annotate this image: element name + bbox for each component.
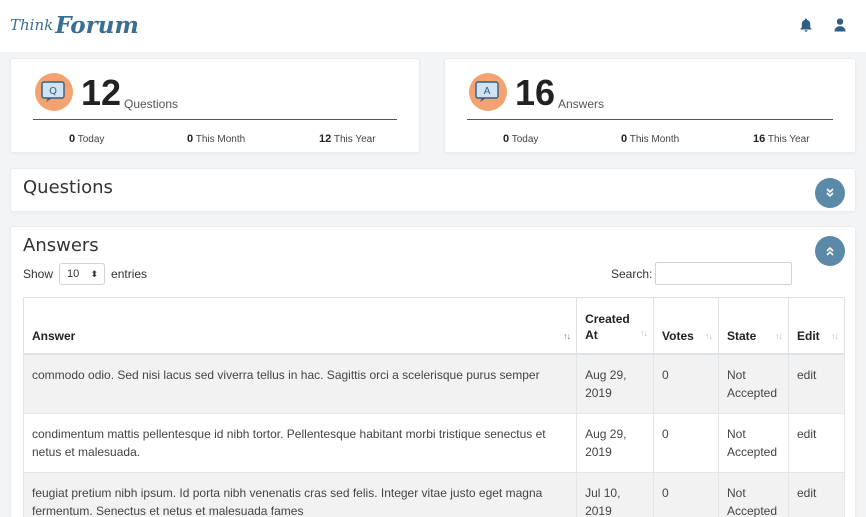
answers-section-title: Answers <box>23 235 99 256</box>
answers-month: 0 This Month <box>621 133 679 145</box>
sort-icon: ↑↓ <box>831 330 839 341</box>
column-header-created[interactable]: Created At ↑↓ <box>576 297 655 355</box>
answers-year-label: This Year <box>767 134 810 145</box>
answers-year: 16 This Year <box>753 133 810 145</box>
table-header-row: Answer ↑↓ Created At ↑↓ Votes ↑↓ State ↑↓ Ed… <box>22 297 846 355</box>
table-row: commodo odio. Sed nisi lacus sed viverra… <box>22 353 846 414</box>
column-header-label: Created At <box>585 311 630 342</box>
bell-icon[interactable] <box>800 18 812 32</box>
answer-icon-letter: A <box>484 86 491 97</box>
answers-today: 0 Today <box>503 133 538 145</box>
table-row: feugiat pretium nibh ipsum. Id porta nib… <box>22 471 846 517</box>
answers-table: Answer ↑↓ Created At ↑↓ Votes ↑↓ State ↑↓ Ed… <box>22 297 846 517</box>
stat-divider <box>33 119 397 120</box>
edit-link[interactable]: edit <box>787 353 846 414</box>
answer-bubble-icon: A <box>469 73 507 111</box>
state-cell: Not Accepted <box>718 471 789 517</box>
column-header-edit[interactable]: Edit ↑↓ <box>787 297 846 355</box>
questions-section: Questions <box>10 168 856 212</box>
column-header-label: Answer <box>32 328 76 343</box>
select-arrow-icon: ⬍ <box>90 269 99 279</box>
brand-forum: Forum <box>55 12 139 39</box>
answer-cell: feugiat pretium nibh ipsum. Id porta nib… <box>22 471 578 517</box>
brand-think: Think <box>10 16 54 34</box>
created-cell: Aug 29, 2019 <box>576 412 655 473</box>
questions-month: 0 This Month <box>187 133 245 145</box>
question-icon-letter: Q <box>49 86 57 97</box>
show-label: Show <box>23 267 54 281</box>
column-header-votes[interactable]: Votes ↑↓ <box>653 297 719 355</box>
brand-logo[interactable]: ThinkForum <box>10 12 139 39</box>
answer-cell: condimentum mattis pellentesque id nibh … <box>22 412 578 473</box>
column-header-answer[interactable]: Answer ↑↓ <box>22 297 578 355</box>
sort-icon: ↑↓ <box>774 330 783 341</box>
entries-label: entries <box>111 267 148 281</box>
answers-month-label: This Month <box>629 134 680 145</box>
questions-today-label: Today <box>77 134 105 145</box>
questions-year-label: This Year <box>333 134 376 145</box>
chevron-double-down-icon <box>826 188 834 198</box>
column-header-label: Edit <box>796 328 820 343</box>
state-cell: Not Accepted <box>718 353 789 414</box>
entries-select[interactable]: 10 ⬍ <box>59 263 106 285</box>
votes-cell: 0 <box>653 471 719 517</box>
chevron-double-up-icon <box>826 246 834 256</box>
answers-year-value: 16 <box>753 133 766 145</box>
questions-label: Questions <box>124 97 179 111</box>
search-label: Search: <box>611 267 653 281</box>
entries-control: Show 10 ⬍ entries <box>23 263 147 285</box>
sort-icon: ↑↓ <box>563 330 571 341</box>
collapse-answers-button[interactable] <box>815 236 845 266</box>
answer-cell: commodo odio. Sed nisi lacus sed viverra… <box>22 353 578 414</box>
navbar: ThinkForum <box>0 0 866 52</box>
sort-icon: ↑↓ <box>640 327 648 338</box>
votes-cell: 0 <box>653 412 719 473</box>
answers-today-label: Today <box>511 134 539 145</box>
created-cell: Aug 29, 2019 <box>576 353 655 414</box>
edit-link[interactable]: edit <box>787 471 846 517</box>
stat-divider <box>467 119 833 120</box>
column-header-label: Votes <box>662 328 694 343</box>
votes-cell: 0 <box>653 353 719 414</box>
answers-stat-card: A 16 Answers 0 Today 0 This Month 16 Thi… <box>444 58 856 153</box>
column-header-label: State <box>727 328 757 343</box>
sort-icon: ↑↓ <box>705 330 713 341</box>
questions-section-title: Questions <box>23 177 113 198</box>
answers-section: Answers Show 10 ⬍ entries Search: Answer… <box>10 226 856 517</box>
questions-today-value: 0 <box>69 133 76 145</box>
column-header-state[interactable]: State ↑↓ <box>718 297 789 355</box>
search-input[interactable] <box>655 262 792 285</box>
questions-year: 12 This Year <box>319 133 376 145</box>
expand-questions-button[interactable] <box>815 178 845 208</box>
nav-icons <box>800 18 846 32</box>
table-row: condimentum mattis pellentesque id nibh … <box>22 412 846 473</box>
state-cell: Not Accepted <box>718 412 789 473</box>
questions-month-value: 0 <box>187 133 194 145</box>
answers-month-value: 0 <box>621 133 628 145</box>
questions-stat-card: Q 12 Questions 0 Today 0 This Month 12 T… <box>10 58 420 153</box>
entries-value: 10 <box>67 268 80 280</box>
user-icon[interactable] <box>834 18 846 32</box>
questions-year-value: 12 <box>319 133 332 145</box>
questions-today: 0 Today <box>69 133 104 145</box>
question-bubble-icon: Q <box>35 73 73 111</box>
created-cell: Jul 10, 2019 <box>576 471 655 517</box>
edit-link[interactable]: edit <box>787 412 846 473</box>
answers-count: 16 <box>515 72 556 113</box>
questions-month-label: This Month <box>195 134 246 145</box>
answers-label: Answers <box>558 97 605 111</box>
questions-count: 12 <box>81 72 122 113</box>
answers-today-value: 0 <box>503 133 510 145</box>
